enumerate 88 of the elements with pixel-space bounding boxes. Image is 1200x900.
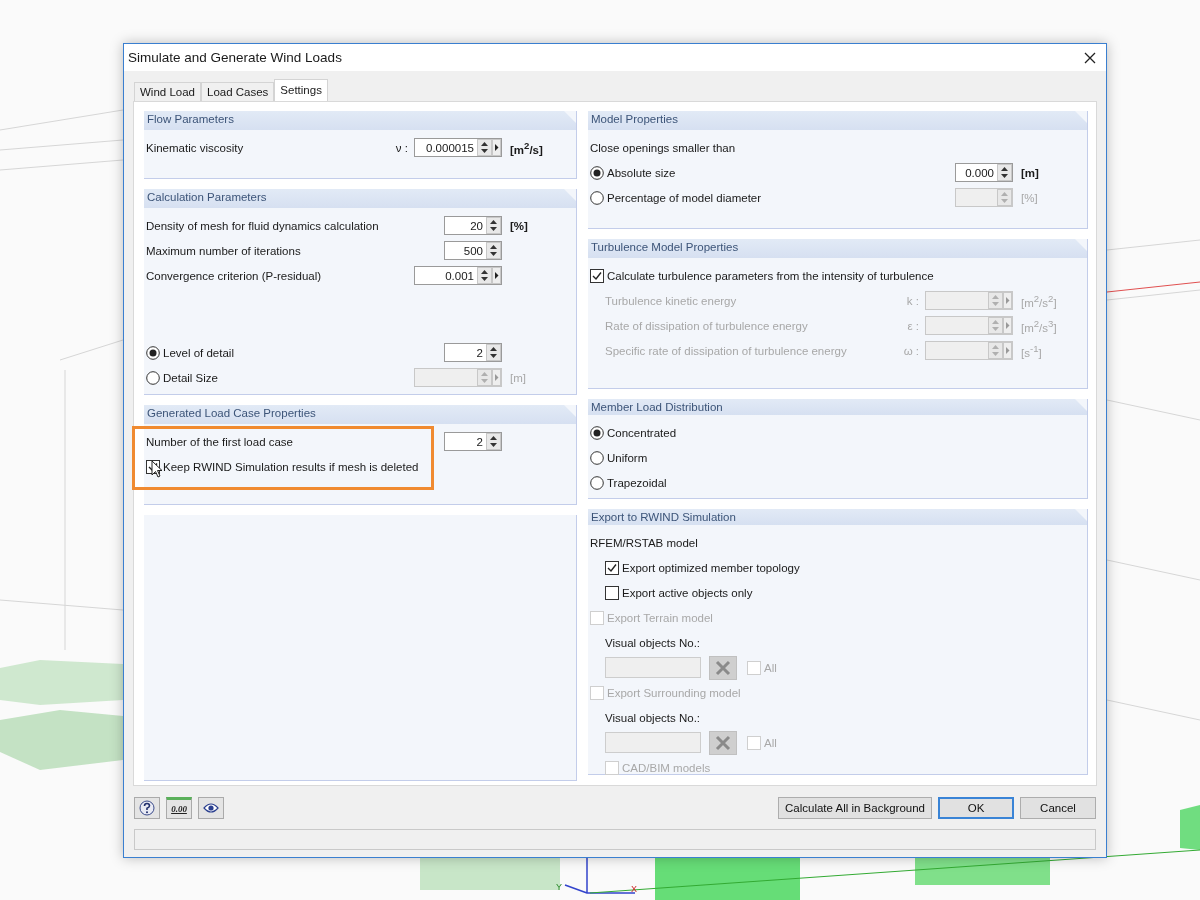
- checkbox-label: Calculate turbulence parameters from the intensity of turbulence: [607, 269, 935, 282]
- field-label: Convergence criterion (P-residual): [146, 269, 323, 282]
- group-label: Close openings smaller than: [590, 141, 737, 154]
- spinner-icon[interactable]: [477, 267, 492, 284]
- symbol-label: ν :: [394, 141, 409, 154]
- spinner-icon[interactable]: [997, 164, 1012, 181]
- radio-button[interactable]: [590, 425, 604, 440]
- radio-label: Percentage of model diameter: [607, 191, 763, 204]
- dialog-button[interactable]: Cancel: [1020, 797, 1096, 819]
- checkbox-label: All: [764, 661, 778, 674]
- cursor-icon: [151, 460, 163, 478]
- radio-button[interactable]: [590, 450, 604, 465]
- unit-label: [m]: [1020, 166, 1040, 179]
- radio-label: Level of detail: [163, 346, 235, 359]
- unit-label: [m$^{2}$/s$^{2}$]: [1020, 292, 1058, 309]
- spinner-icon[interactable]: [486, 242, 501, 259]
- checkbox-label: All: [764, 736, 778, 749]
- help-icon: [139, 800, 155, 816]
- unit-label: [s$^{-1}$]: [1020, 342, 1043, 359]
- spin-field[interactable]: 20: [444, 216, 502, 235]
- cross-icon: [714, 733, 732, 752]
- unit-label: [m$^{2}$/s$^{3}$]: [1020, 317, 1058, 334]
- eye-icon: [203, 802, 219, 814]
- symbol-label: ε :: [906, 319, 920, 332]
- field-label: Turbulence kinetic energy: [605, 294, 738, 307]
- field-label: Maximum number of iterations: [146, 244, 302, 257]
- field-label: Density of mesh for fluid dynamics calculation: [146, 219, 380, 232]
- group-header: Member Load Distribution: [588, 399, 1087, 415]
- window-title: Simulate and Generate Wind Loads: [128, 50, 343, 65]
- tab[interactable]: Settings: [274, 79, 328, 101]
- radio-label: Detail Size: [163, 371, 219, 384]
- spinner-icon[interactable]: [486, 344, 501, 361]
- clear-button[interactable]: [709, 655, 737, 680]
- checkbox[interactable]: [605, 585, 619, 600]
- radio-button[interactable]: [146, 370, 160, 385]
- help-button[interactable]: [134, 797, 160, 819]
- checkbox-label: Keep RWIND Simulation results if mesh is deleted: [163, 460, 420, 473]
- field-label: Kinematic viscosity: [146, 141, 245, 154]
- spinner-icon[interactable]: [486, 433, 501, 450]
- spin-field[interactable]: 0.000015: [414, 138, 502, 157]
- group-header: Export to RWIND Simulation: [588, 509, 1087, 525]
- spin-field[interactable]: 0.000: [955, 163, 1013, 182]
- field-label: Number of the first load case: [146, 435, 294, 448]
- radio-label: Trapezoidal: [607, 476, 668, 489]
- group-header: Model Properties: [588, 111, 1087, 130]
- group-label: Visual objects No.:: [605, 636, 702, 649]
- clear-button[interactable]: [709, 730, 737, 755]
- group-header: Flow Parameters: [144, 111, 576, 130]
- dialog-button[interactable]: Calculate All in Background: [778, 797, 932, 819]
- decimals-button[interactable]: 0.00: [166, 797, 192, 819]
- checkbox-label: Export active objects only: [622, 586, 754, 599]
- unit-label: [%]: [509, 219, 529, 232]
- group-header: Calculation Parameters: [144, 189, 576, 208]
- unit-label: [%]: [1020, 191, 1039, 204]
- checkbox-label: CAD/BIM models: [622, 761, 712, 774]
- radio-label: Absolute size: [607, 166, 677, 179]
- symbol-label: k :: [905, 294, 920, 307]
- group-header: Generated Load Case Properties: [144, 405, 576, 424]
- spin-field[interactable]: 2: [444, 343, 502, 362]
- radio-label: Concentrated: [607, 426, 678, 439]
- checkbox[interactable]: [590, 268, 604, 283]
- radio-button[interactable]: [146, 345, 160, 360]
- group-header: Turbulence Model Properties: [588, 239, 1087, 258]
- field-label: Specific rate of dissipation of turbulence energy: [605, 344, 848, 357]
- spinner-icon[interactable]: [486, 217, 501, 234]
- spin-field[interactable]: 0.001: [414, 266, 502, 285]
- unit-label: [m$^{2}$/s]: [509, 139, 544, 156]
- group-label: RFEM/RSTAB model: [590, 536, 699, 549]
- radio-button[interactable]: [590, 165, 604, 180]
- checkbox-label: Export optimized member topology: [622, 561, 801, 574]
- symbol-label: ω :: [902, 344, 920, 357]
- dialog-button[interactable]: OK: [938, 797, 1014, 819]
- spin-field[interactable]: 500: [444, 241, 502, 260]
- tab[interactable]: Load Cases: [201, 82, 275, 101]
- radio-label: Uniform: [607, 451, 649, 464]
- field-label: Rate of dissipation of turbulence energy: [605, 319, 809, 332]
- unit-label: [m]: [509, 371, 527, 384]
- group-label: Visual objects No.:: [605, 711, 702, 724]
- spinner-icon[interactable]: [477, 139, 492, 156]
- spin-field[interactable]: 2: [444, 432, 502, 451]
- checkbox[interactable]: [605, 560, 619, 575]
- checkbox-label: Export Surrounding model: [607, 686, 742, 699]
- view-button[interactable]: [198, 797, 224, 819]
- tab[interactable]: Wind Load: [134, 82, 201, 101]
- radio-button[interactable]: [590, 475, 604, 490]
- cross-icon: [714, 658, 732, 677]
- checkbox-label: Export Terrain model: [607, 611, 714, 624]
- close-icon[interactable]: [1084, 51, 1096, 64]
